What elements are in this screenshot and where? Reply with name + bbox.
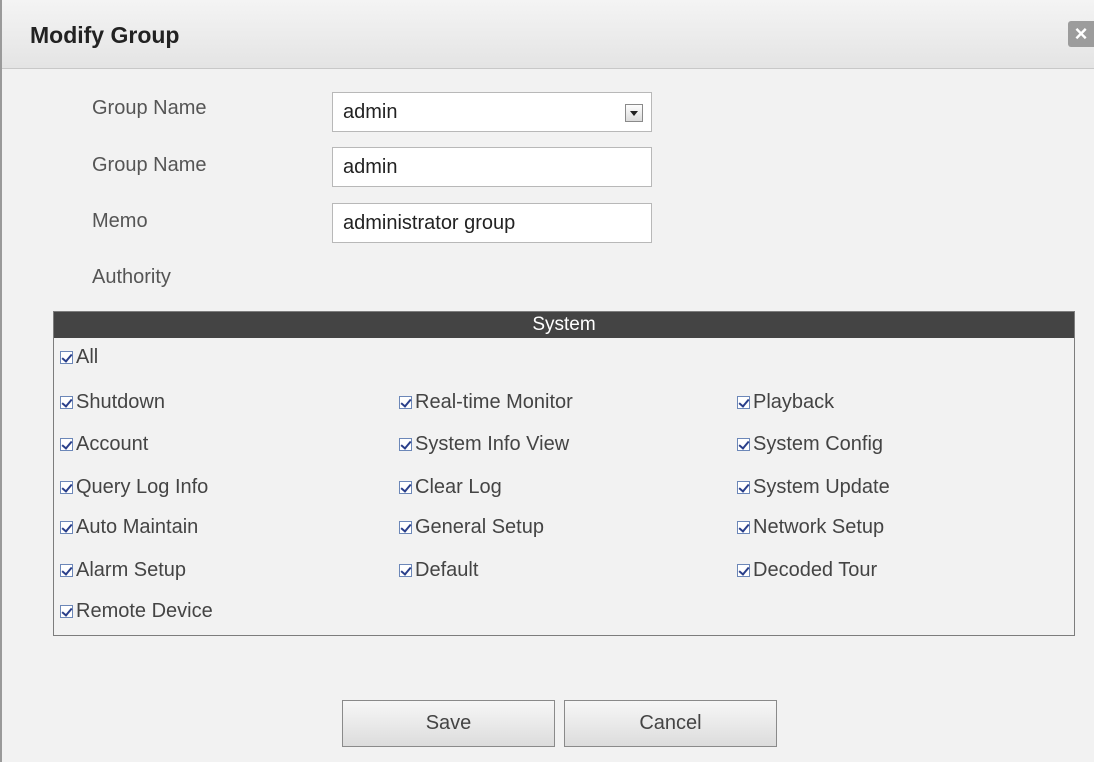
checkbox-icon[interactable] bbox=[60, 564, 73, 577]
checkbox-label: Decoded Tour bbox=[753, 559, 878, 581]
checkbox-icon[interactable] bbox=[399, 521, 412, 534]
group-name-field[interactable]: admin bbox=[332, 147, 652, 187]
dialog-titlebar: Modify Group × bbox=[2, 0, 1094, 69]
group-select[interactable]: admin bbox=[332, 92, 652, 132]
memo-label: Memo bbox=[92, 210, 148, 232]
checkbox-shutdown[interactable]: Shutdown bbox=[60, 391, 165, 414]
checkbox-real-time-monitor[interactable]: Real-time Monitor bbox=[399, 391, 573, 414]
checkbox-auto-maintain[interactable]: Auto Maintain bbox=[60, 516, 198, 539]
checkbox-icon[interactable] bbox=[60, 605, 73, 618]
close-icon[interactable]: × bbox=[1068, 21, 1094, 47]
checkbox-icon[interactable] bbox=[60, 351, 73, 364]
checkbox-playback[interactable]: Playback bbox=[737, 391, 834, 414]
checkbox-system-config[interactable]: System Config bbox=[737, 433, 883, 456]
checkbox-alarm-setup[interactable]: Alarm Setup bbox=[60, 559, 186, 582]
dialog-title: Modify Group bbox=[30, 22, 180, 48]
checkbox-remote-device[interactable]: Remote Device bbox=[60, 600, 213, 623]
checkbox-label: Default bbox=[415, 559, 479, 581]
checkbox-label: Shutdown bbox=[76, 391, 165, 413]
checkbox-icon[interactable] bbox=[60, 396, 73, 409]
memo-field[interactable]: administrator group bbox=[332, 203, 652, 243]
checkbox-icon[interactable] bbox=[399, 438, 412, 451]
checkbox-label: Clear Log bbox=[415, 476, 502, 498]
checkbox-icon[interactable] bbox=[737, 564, 750, 577]
checkbox-label: All bbox=[76, 346, 99, 368]
checkbox-icon[interactable] bbox=[737, 481, 750, 494]
modify-group-dialog: Modify Group × Group Name admin Group Na… bbox=[0, 0, 1094, 762]
checkbox-label: Playback bbox=[753, 391, 835, 413]
checkbox-icon[interactable] bbox=[737, 396, 750, 409]
checkbox-icon[interactable] bbox=[399, 564, 412, 577]
chevron-down-icon[interactable] bbox=[625, 104, 643, 122]
checkbox-all[interactable]: All bbox=[60, 346, 98, 369]
checkbox-label: System Info View bbox=[415, 433, 570, 455]
checkbox-decoded-tour[interactable]: Decoded Tour bbox=[737, 559, 877, 582]
checkbox-general-setup[interactable]: General Setup bbox=[399, 516, 544, 539]
checkbox-label: Real-time Monitor bbox=[415, 391, 573, 413]
group-select-label: Group Name bbox=[92, 97, 207, 119]
checkbox-label: System Update bbox=[753, 476, 890, 498]
checkbox-clear-log[interactable]: Clear Log bbox=[399, 476, 502, 499]
section-title-system: System bbox=[54, 312, 1074, 338]
checkbox-icon[interactable] bbox=[737, 521, 750, 534]
checkbox-label: Query Log Info bbox=[76, 476, 209, 498]
checkbox-system-update[interactable]: System Update bbox=[737, 476, 890, 499]
authority-panel: System All Shutdown Real-time Monitor Pl… bbox=[53, 311, 1075, 636]
group-select-value: admin bbox=[343, 101, 398, 123]
checkbox-system-info-view[interactable]: System Info View bbox=[399, 433, 569, 456]
checkbox-label: Account bbox=[76, 433, 149, 455]
checkbox-label: Remote Device bbox=[76, 600, 213, 622]
checkbox-network-setup[interactable]: Network Setup bbox=[737, 516, 884, 539]
checkbox-account[interactable]: Account bbox=[60, 433, 148, 456]
save-button[interactable]: Save bbox=[342, 700, 555, 747]
checkbox-icon[interactable] bbox=[737, 438, 750, 451]
checkbox-icon[interactable] bbox=[60, 438, 73, 451]
checkbox-icon[interactable] bbox=[399, 396, 412, 409]
checkbox-default[interactable]: Default bbox=[399, 559, 478, 582]
checkbox-label: General Setup bbox=[415, 516, 544, 538]
checkbox-icon[interactable] bbox=[60, 481, 73, 494]
checkbox-icon[interactable] bbox=[60, 521, 73, 534]
checkbox-label: System Config bbox=[753, 433, 884, 455]
checkbox-label: Network Setup bbox=[753, 516, 885, 538]
checkbox-query-log-info[interactable]: Query Log Info bbox=[60, 476, 208, 499]
group-name-label: Group Name bbox=[92, 154, 207, 176]
authority-label: Authority bbox=[92, 266, 171, 288]
checkbox-icon[interactable] bbox=[399, 481, 412, 494]
checkbox-label: Auto Maintain bbox=[76, 516, 199, 538]
checkbox-label: Alarm Setup bbox=[76, 559, 187, 581]
cancel-button[interactable]: Cancel bbox=[564, 700, 777, 747]
